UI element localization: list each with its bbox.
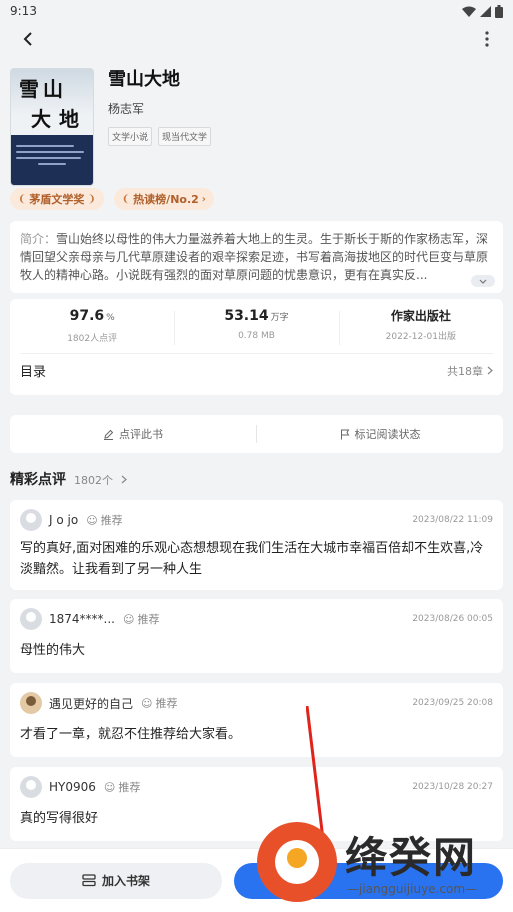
pen-icon — [104, 429, 114, 440]
review-author[interactable]: 1874****... — [49, 612, 115, 626]
recommend-tag: ☺ 推荐 — [86, 513, 123, 528]
site-watermark: 绛癸网 —jiangguijiuye.com— — [257, 818, 507, 910]
back-button[interactable] — [16, 27, 40, 51]
smile-icon: ☺ — [103, 780, 116, 794]
tag[interactable]: 文学小说 — [108, 127, 153, 146]
stat-rating[interactable]: 97.6% 1802人点评 — [10, 305, 174, 353]
reviews-count: 1802个 — [74, 474, 113, 487]
avatar[interactable] — [20, 509, 42, 531]
battery-icon — [495, 4, 503, 18]
expand-intro-button[interactable] — [471, 275, 495, 287]
bookshelf-icon — [82, 874, 96, 887]
more-button[interactable] — [475, 27, 499, 51]
intro-lead: 简介： — [20, 232, 57, 246]
back-arrow-icon — [23, 32, 32, 46]
stat-unit: 万字 — [270, 313, 289, 323]
ranking-badge[interactable]: ❨ 热读榜/No.2 › — [113, 188, 214, 210]
laurel-icon: ❨ — [121, 193, 131, 205]
status-bar: 9:13 — [0, 0, 513, 22]
review-date: 2023/09/25 20:08 — [412, 698, 493, 708]
smile-icon: ☺ — [122, 612, 135, 626]
review-text: 写的真好,面对困难的乐观心态想想现在我们生活在大城市幸福百倍却不生欢喜,冷淡黯然… — [20, 541, 484, 577]
chevron-right-icon: › — [201, 193, 206, 205]
wifi-icon — [462, 6, 476, 17]
badge-label: 热读榜/No.2 — [133, 193, 199, 206]
badge-label: 茅盾文学奖 — [29, 193, 85, 206]
watermark-name: 绛癸网 — [345, 833, 478, 882]
book-stats: 97.6% 1802人点评 53.14 万字 0.78 MB 作家出版社 2022… — [10, 299, 503, 353]
review-book-button[interactable]: 点评此书 — [10, 426, 256, 442]
mark-status-button[interactable]: 标记阅读状态 — [257, 426, 503, 442]
book-cover[interactable]: 雪山 大地 — [10, 68, 94, 186]
smile-icon: ☺ — [141, 696, 153, 710]
chevron-down-icon — [479, 279, 487, 284]
add-to-shelf-label: 加入书架 — [101, 874, 150, 888]
reviews-title: 精彩点评 — [10, 472, 66, 488]
reviews-header[interactable]: 精彩点评 1802个 — [0, 453, 513, 489]
tag[interactable]: 现当代文学 — [158, 127, 212, 146]
award-badge-maodun[interactable]: ❨ 茅盾文学奖 ❩ — [10, 188, 104, 210]
review-date: 2023/08/22 11:09 — [412, 515, 493, 525]
book-tags: 文学小说 现当代文学 — [108, 127, 212, 146]
laurel-icon: ❩ — [87, 193, 96, 205]
cover-title-line1: 雪山 — [19, 77, 67, 101]
stat-sub: 2022-12-01出版 — [385, 332, 456, 342]
stat-value: 97.6 — [69, 308, 105, 324]
cover-title-line2: 大地 — [31, 107, 87, 131]
review-card[interactable]: J o jo ☺ 推荐 2023/08/22 11:09 写的真好,面对困难的乐观… — [10, 500, 503, 590]
avatar[interactable] — [20, 776, 42, 798]
book-meta: 雪山大地 杨志军 文学小说 现当代文学 — [108, 68, 212, 176]
stat-publisher[interactable]: 作家出版社 2022-12-01出版 — [338, 305, 503, 353]
add-to-shelf-button[interactable]: 加入书架 — [10, 862, 222, 899]
review-date: 2023/10/28 20:27 — [412, 782, 493, 792]
book-header: 雪山 大地 雪山大地 杨志军 文学小说 现当代文学 — [0, 56, 513, 186]
review-text: 才看了一章，就忍不住推荐给大家看。 — [20, 727, 242, 742]
recommend-tag: ☺ 推荐 — [103, 780, 141, 795]
stat-sub: 1802人点评 — [67, 334, 118, 344]
more-vert-icon — [485, 31, 489, 47]
mark-status-label: 标记阅读状态 — [354, 428, 421, 441]
review-card[interactable]: 1874****... ☺ 推荐 2023/08/26 00:05 母性的伟大 — [10, 599, 503, 673]
recommend-tag: ☺ 推荐 — [141, 696, 178, 711]
toc-label: 目录 — [20, 365, 47, 380]
stat-unit: % — [106, 313, 115, 323]
review-card[interactable]: 遇见更好的自己 ☺ 推荐 2023/09/25 20:08 才看了一章，就忍不住推… — [10, 683, 503, 757]
stat-sub: 0.78 MB — [238, 331, 275, 341]
action-bar: 点评此书 标记阅读状态 — [10, 415, 503, 453]
chevron-right-icon — [487, 366, 493, 375]
toc-count: 共18章 — [447, 364, 483, 378]
review-author[interactable]: HY0906 — [49, 780, 96, 794]
stat-value: 作家出版社 — [390, 309, 451, 323]
review-text: 母性的伟大 — [20, 643, 86, 658]
avatar[interactable] — [20, 692, 42, 714]
smile-icon: ☺ — [86, 513, 98, 527]
status-icons — [462, 4, 503, 18]
book-author[interactable]: 杨志军 — [108, 100, 211, 117]
avatar[interactable] — [20, 608, 42, 630]
review-author[interactable]: J o jo — [49, 513, 78, 527]
recommend-tag: ☺ 推荐 — [122, 612, 160, 627]
flag-icon — [340, 429, 349, 439]
laurel-icon: ❨ — [18, 193, 27, 205]
review-date: 2023/08/26 00:05 — [412, 614, 493, 624]
signal-icon — [480, 5, 491, 17]
review-book-label: 点评此书 — [119, 428, 163, 441]
cover-band — [11, 135, 93, 185]
status-time: 9:13 — [10, 4, 37, 18]
stat-wordcount: 53.14 万字 0.78 MB — [174, 305, 338, 353]
book-title: 雪山大地 — [108, 69, 180, 90]
table-of-contents-row[interactable]: 目录 共18章 — [20, 353, 493, 387]
app-bar — [0, 22, 513, 56]
book-intro[interactable]: 简介：雪山始终以母性的伟大力量滋养着大地上的生灵。生于斯长于斯的作家杨志军，深情… — [10, 221, 503, 293]
watermark-logo-core — [287, 848, 307, 868]
chevron-right-icon — [121, 475, 127, 484]
stats-card: 97.6% 1802人点评 53.14 万字 0.78 MB 作家出版社 2022… — [10, 299, 503, 395]
review-author[interactable]: 遇见更好的自己 — [49, 695, 133, 712]
intro-text: 雪山始终以母性的伟大力量滋养着大地上的生灵。生于斯长于斯的作家杨志军，深情回望父… — [20, 232, 489, 282]
watermark-url: —jiangguijiuye.com— — [347, 882, 478, 896]
stat-value: 53.14 — [224, 308, 269, 324]
